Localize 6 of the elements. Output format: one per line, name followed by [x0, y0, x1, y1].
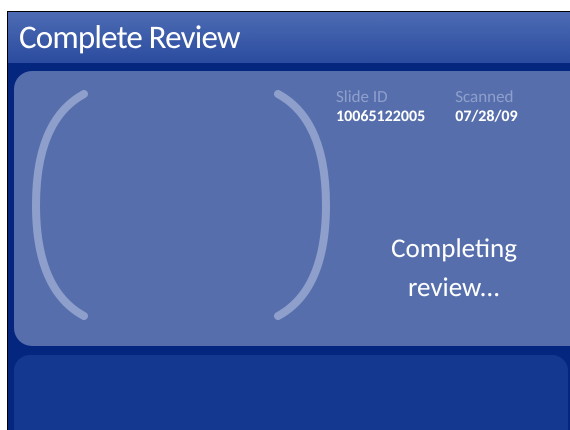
page-title: Complete Review: [19, 21, 240, 54]
field-value: 10065122005: [336, 107, 426, 127]
field-label: Scanned: [455, 87, 514, 107]
status-message: Completing review...: [390, 231, 518, 306]
field-value: 07/28/09: [455, 107, 518, 127]
field-label: Slide ID: [336, 87, 389, 107]
